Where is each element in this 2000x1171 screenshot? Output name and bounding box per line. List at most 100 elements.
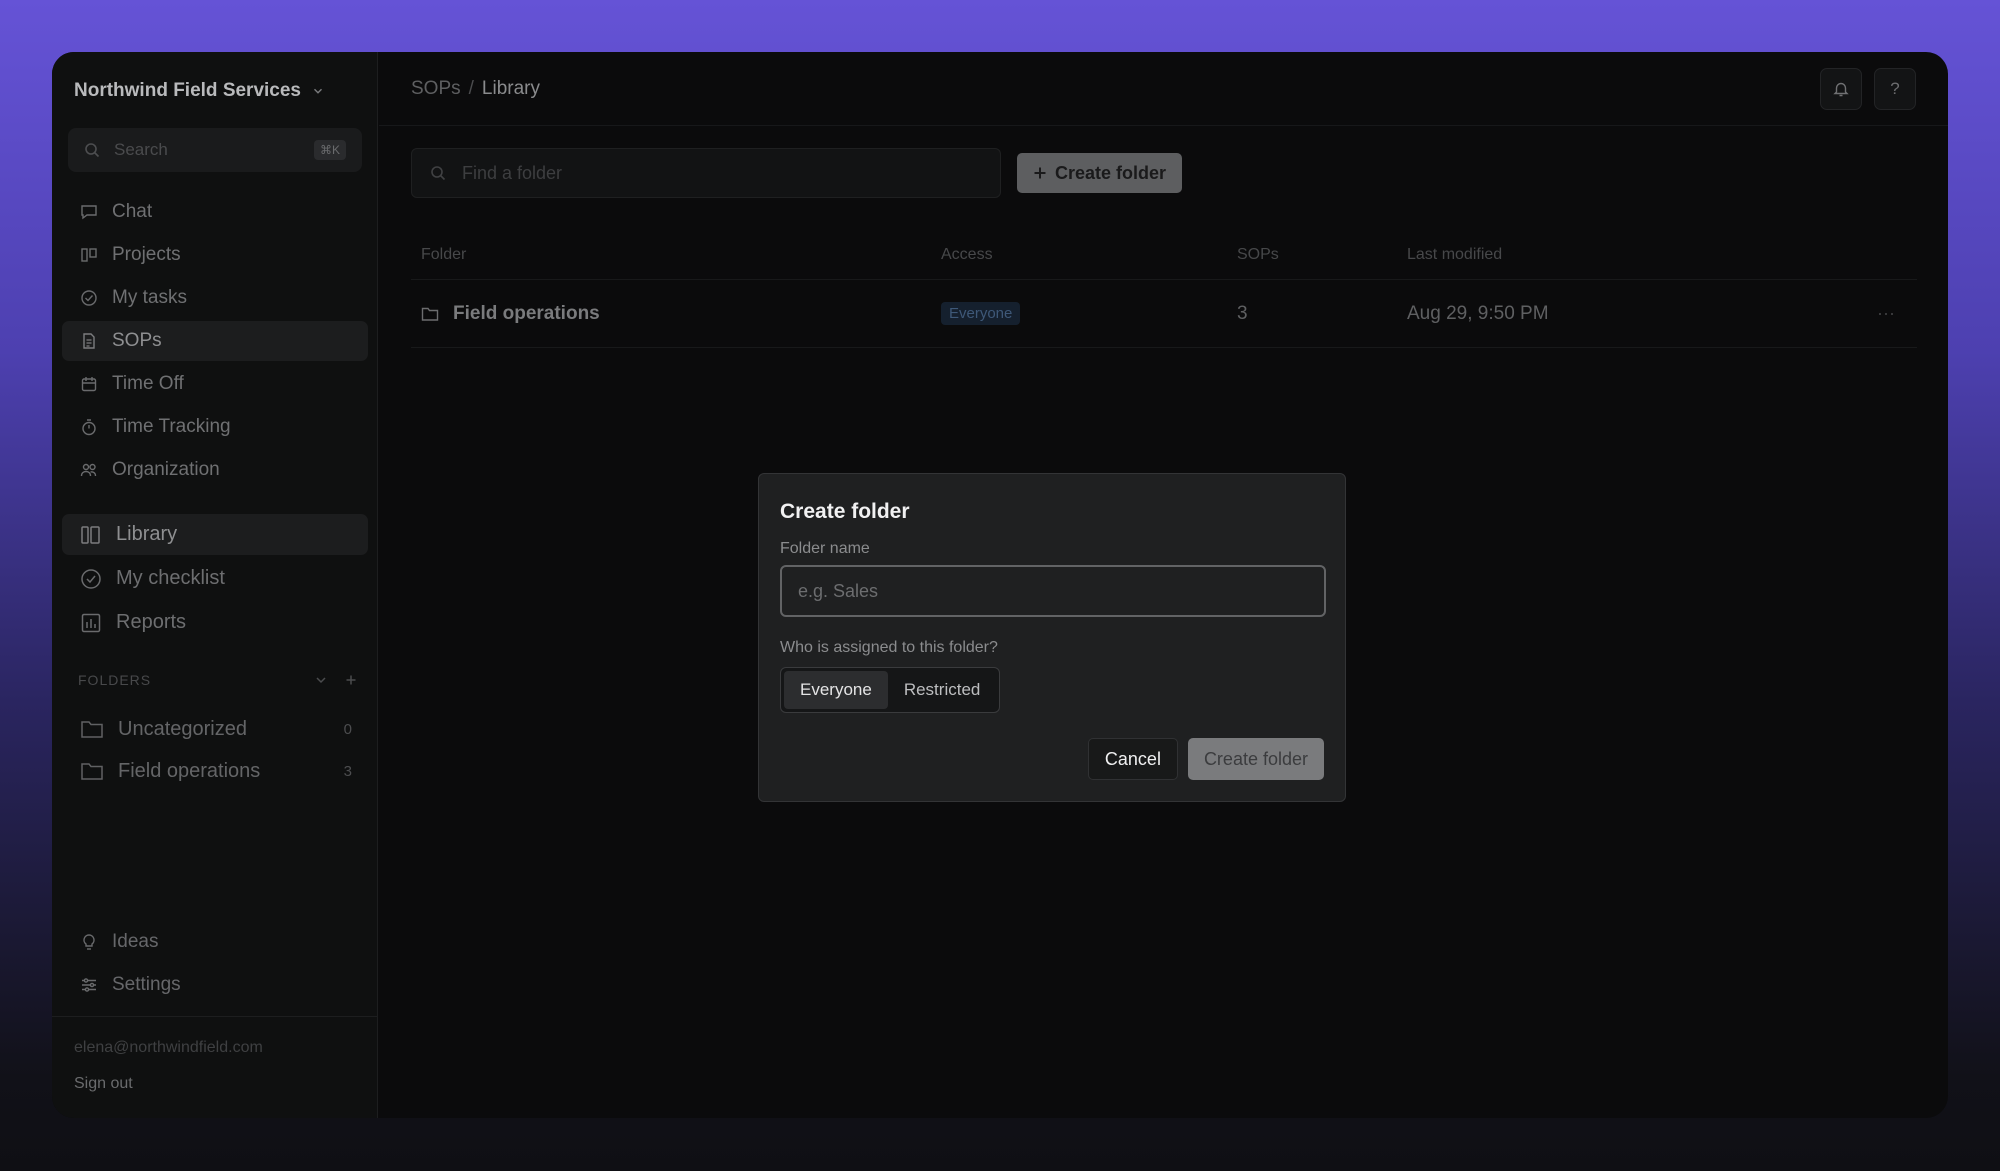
notifications-button[interactable] — [1820, 67, 1862, 110]
nav-item-reports[interactable]: Reports — [62, 602, 368, 643]
plus-icon — [1034, 167, 1046, 179]
folders-heading: FOLDERS — [78, 672, 152, 688]
nav-item-my-checklist[interactable]: My checklist — [62, 558, 368, 599]
help-button[interactable]: ? — [1874, 67, 1916, 110]
nav-label: Chat — [112, 201, 153, 222]
bell-icon — [1833, 82, 1849, 96]
nav-item-settings[interactable]: Settings — [62, 965, 368, 1005]
sign-out-link[interactable]: Sign out — [74, 1075, 355, 1093]
chevron-down-icon — [314, 88, 322, 94]
nav-label: Settings — [112, 974, 181, 995]
bottom-nav: Ideas Settings — [62, 922, 368, 1008]
document-icon — [83, 333, 95, 349]
search-icon — [431, 166, 446, 181]
breadcrumb-separator: / — [468, 77, 474, 99]
search-placeholder: Search — [114, 140, 168, 159]
add-folder-icon[interactable] — [344, 673, 358, 687]
nav-label: Time Tracking — [112, 416, 231, 437]
table-header: Folder Access SOPs Last modified — [411, 230, 1917, 280]
nav-item-projects[interactable]: Projects — [62, 235, 368, 275]
nav-label: Projects — [112, 244, 181, 265]
dialog-title: Create folder — [780, 500, 910, 523]
projects-icon — [81, 248, 97, 262]
nav-label: Time Off — [112, 373, 184, 394]
org-name: Northwind Field Services — [74, 80, 301, 101]
nav-item-organization[interactable]: Organization — [62, 450, 368, 490]
assignment-toggle: Everyone Restricted — [780, 667, 1001, 713]
folder-name-input[interactable]: e.g. Sales — [780, 565, 1326, 617]
folder-item-uncategorized[interactable]: Uncategorized 0 — [62, 708, 368, 750]
primary-nav: Chat Projects My tasks SOPs Time Off Tim… — [62, 192, 368, 493]
access-badge: Everyone — [941, 302, 1021, 325]
create-folder-dialog: Create folder Folder name e.g. Sales Who… — [758, 473, 1346, 802]
library-toolbar: Find a folder Create folder — [411, 148, 1183, 198]
nav-label: Reports — [116, 611, 187, 633]
sidebar-search[interactable]: Search ⌘K — [68, 128, 362, 172]
submit-create-folder-button[interactable]: Create folder — [1187, 738, 1324, 780]
nav-item-time-off[interactable]: Time Off — [62, 364, 368, 404]
create-folder-button[interactable]: Create folder — [1017, 153, 1183, 193]
find-folder-input[interactable]: Find a folder — [411, 148, 1001, 198]
folders-table: Folder Access SOPs Last modified Field o… — [411, 230, 1917, 348]
folder-label: Field operations — [118, 759, 261, 782]
lightbulb-icon — [83, 934, 95, 950]
org-switcher[interactable]: Northwind Field Services — [74, 80, 325, 102]
breadcrumb: SOPs / Library — [411, 78, 540, 100]
folder-item-field-operations[interactable]: Field operations 3 — [62, 750, 368, 792]
folder-icon — [421, 307, 439, 321]
nav-label: Organization — [112, 459, 220, 480]
folder-name-label: Folder name — [780, 540, 870, 557]
nav-label: My checklist — [116, 567, 225, 589]
stopwatch-icon — [82, 419, 96, 436]
sidebar: Northwind Field Services Search ⌘K Chat … — [52, 52, 378, 1118]
table-row[interactable]: Field operations Everyone 3 Aug 29, 9:50… — [411, 280, 1917, 348]
library-icon — [81, 525, 100, 544]
help-icon: ? — [1890, 78, 1900, 98]
column-header-access: Access — [941, 245, 993, 263]
option-everyone[interactable]: Everyone — [784, 671, 888, 709]
nav-label: Library — [116, 523, 178, 545]
create-folder-label: Create folder — [1055, 162, 1167, 183]
nav-item-chat[interactable]: Chat — [62, 192, 368, 232]
nav-item-sops[interactable]: SOPs — [62, 321, 368, 361]
column-header-sops: SOPs — [1237, 245, 1279, 263]
column-header-last-modified: Last modified — [1407, 245, 1503, 263]
nav-label: SOPs — [112, 330, 162, 351]
account-section: elena@northwindfield.com Sign out — [52, 1016, 377, 1115]
search-shortcut: ⌘K — [313, 140, 346, 160]
chat-icon — [81, 205, 97, 220]
nav-label: Ideas — [112, 931, 159, 952]
dialog-actions: Cancel Create folder — [1087, 738, 1324, 780]
folder-icon — [81, 763, 103, 780]
nav-item-my-tasks[interactable]: My tasks — [62, 278, 368, 318]
option-restricted[interactable]: Restricted — [888, 671, 997, 709]
folder-count: 0 — [343, 720, 352, 738]
search-icon — [85, 143, 100, 158]
assignment-label: Who is assigned to this folder? — [780, 639, 998, 656]
cancel-button[interactable]: Cancel — [1087, 738, 1178, 780]
row-last-modified: Aug 29, 9:50 PM — [1407, 302, 1549, 324]
folders-section-header: FOLDERS — [78, 672, 358, 688]
breadcrumb-sops[interactable]: SOPs — [411, 78, 461, 100]
check-circle-icon — [81, 290, 97, 306]
folder-label: Uncategorized — [118, 717, 247, 740]
row-folder-label: Field operations — [453, 302, 600, 324]
breadcrumb-library: Library — [481, 77, 540, 99]
nav-label: My tasks — [112, 287, 187, 308]
find-folder-placeholder: Find a folder — [462, 162, 563, 183]
nav-item-time-tracking[interactable]: Time Tracking — [62, 407, 368, 447]
nav-item-ideas[interactable]: Ideas — [62, 922, 368, 962]
row-folder-name: Field operations — [421, 303, 941, 325]
nav-item-library[interactable]: Library — [62, 514, 368, 555]
row-more-menu-icon[interactable]: ··· — [1877, 303, 1917, 324]
column-header-folder: Folder — [421, 245, 467, 263]
app-window: Northwind Field Services Search ⌘K Chat … — [52, 52, 1948, 1118]
folder-icon — [81, 721, 103, 738]
chevron-down-icon[interactable] — [314, 673, 328, 687]
row-sop-count: 3 — [1237, 302, 1248, 324]
folder-count: 3 — [343, 762, 352, 780]
account-email: elena@northwindfield.com — [74, 1039, 263, 1056]
sliders-icon — [82, 978, 96, 992]
top-bar: SOPs / Library ? — [379, 52, 1948, 126]
sop-nav: Library My checklist Reports — [62, 514, 368, 646]
